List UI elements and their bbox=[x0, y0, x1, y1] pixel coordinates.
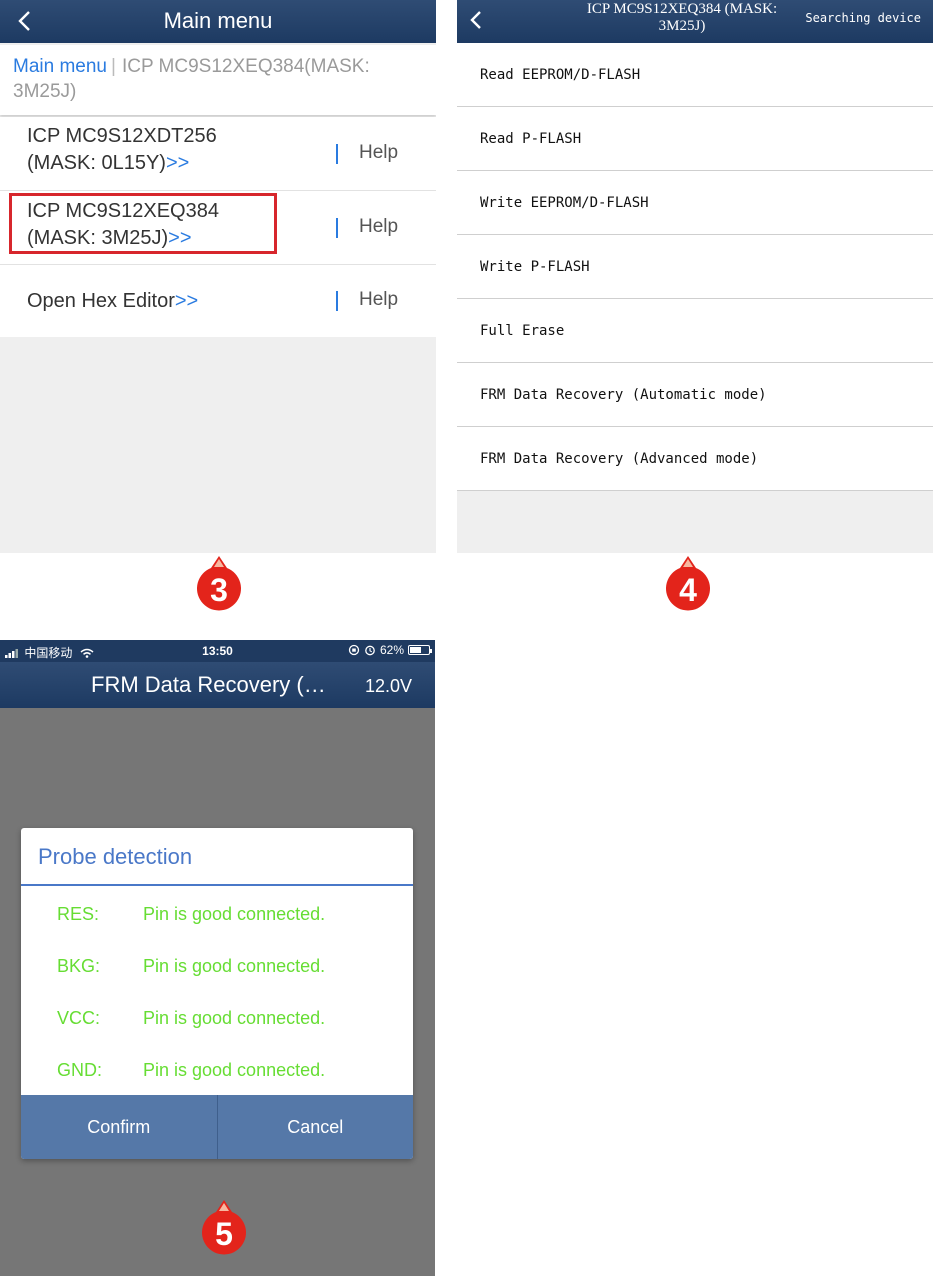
main-menu-screen: Main menu Main menu | ICP MC9S12XEQ384(MAS… bbox=[0, 0, 436, 553]
probe-detection-screen: 中国移动 13:50 62% FRM Data Recovery (… 12.0… bbox=[0, 640, 435, 1276]
battery-icon bbox=[408, 645, 432, 655]
pin-name: BKG: bbox=[57, 956, 101, 976]
menu-item-write-pflash[interactable]: Write P-FLASH bbox=[457, 235, 933, 299]
device-status: Searching device bbox=[805, 11, 921, 25]
orientation-lock-icon bbox=[348, 644, 360, 656]
breadcrumb: Main menu | ICP MC9S12XEQ384(MASK: 3M25J) bbox=[0, 45, 436, 115]
probe-row-vcc: VCC: Pin is good connected. bbox=[21, 992, 413, 1044]
menu-item-full-erase[interactable]: Full Erase bbox=[457, 299, 933, 363]
help-link[interactable]: Help bbox=[359, 142, 398, 164]
back-icon[interactable] bbox=[465, 8, 489, 32]
menu-item-label: ICP MC9S12XDT256 (MASK: 0L15Y)>> bbox=[27, 123, 217, 177]
probe-detection-dialog: Probe detection RES: Pin is good connect… bbox=[21, 828, 413, 1159]
page-title: ICP MC9S12XEQ384 (MASK: 3M25J) bbox=[586, 1, 778, 34]
dialog-buttons: Confirm Cancel bbox=[21, 1095, 413, 1159]
menu-item-title: Open Hex Editor bbox=[27, 290, 175, 312]
battery-percent: 62% bbox=[379, 643, 404, 657]
menu-item-frm-recovery-auto[interactable]: FRM Data Recovery (Automatic mode) bbox=[457, 363, 933, 427]
cancel-button[interactable]: Cancel bbox=[218, 1095, 414, 1159]
help-divider bbox=[336, 291, 338, 311]
pin-status: Pin is good connected. bbox=[143, 904, 326, 924]
function-menu-navbar: ICP MC9S12XEQ384 (MASK: 3M25J) Searching… bbox=[457, 0, 933, 43]
step-badge-3: 3 bbox=[197, 556, 241, 611]
menu-item-mask: (MASK: 0L15Y) bbox=[27, 152, 166, 174]
function-list: Read EEPROM/D-FLASH Read P-FLASH Write E… bbox=[457, 43, 933, 491]
probe-row-res: RES: Pin is good connected. bbox=[21, 888, 413, 940]
menu-item-title: ICP MC9S12XDT256 bbox=[27, 125, 217, 147]
breadcrumb-root-link[interactable]: Main menu bbox=[13, 56, 107, 77]
probe-row-gnd: GND: Pin is good connected. bbox=[21, 1044, 413, 1096]
pin-status: Pin is good connected. bbox=[143, 956, 326, 976]
menu-item-write-eeprom[interactable]: Write EEPROM/D-FLASH bbox=[457, 171, 933, 235]
help-divider bbox=[336, 143, 338, 164]
highlight-box bbox=[9, 193, 277, 254]
dialog-title: Probe detection bbox=[21, 828, 413, 886]
status-bar: 中国移动 13:50 62% bbox=[0, 640, 435, 662]
probe-results: RES: Pin is good connected. BKG: Pin is … bbox=[21, 886, 413, 1096]
page-title: Main menu bbox=[163, 8, 273, 33]
menu-item-arrow: >> bbox=[174, 290, 199, 312]
step-badge-4: 4 bbox=[666, 556, 710, 611]
help-link[interactable]: Help bbox=[359, 216, 398, 238]
step-badge-5: 5 bbox=[202, 1200, 246, 1255]
menu-item-mc9s12xdt256[interactable]: ICP MC9S12XDT256 (MASK: 0L15Y)>> Help bbox=[0, 117, 436, 191]
menu-item-read-eeprom[interactable]: Read EEPROM/D-FLASH bbox=[457, 43, 933, 107]
pin-status: Pin is good connected. bbox=[143, 1008, 326, 1028]
menu-item-arrow: >> bbox=[165, 152, 190, 174]
voltage-readout: 12.0V bbox=[364, 676, 412, 696]
menu-item-read-pflash[interactable]: Read P-FLASH bbox=[457, 107, 933, 171]
step-number: 5 bbox=[215, 1216, 233, 1252]
main-menu-navbar: Main menu bbox=[0, 0, 436, 43]
pin-status: Pin is good connected. bbox=[143, 1060, 326, 1080]
step-number: 4 bbox=[679, 572, 697, 608]
step-number: 3 bbox=[210, 572, 228, 608]
alarm-icon bbox=[365, 645, 375, 656]
pin-name: VCC: bbox=[57, 1008, 101, 1028]
menu-item-open-hex-editor[interactable]: Open Hex Editor>> Help bbox=[0, 265, 436, 337]
status-bar-right: 62% bbox=[348, 643, 432, 657]
page-title: FRM Data Recovery (… bbox=[91, 672, 326, 697]
pin-name: GND: bbox=[57, 1060, 102, 1080]
function-menu-screen: ICP MC9S12XEQ384 (MASK: 3M25J) Searching… bbox=[457, 0, 933, 553]
breadcrumb-separator: | bbox=[111, 56, 116, 77]
battery-fill bbox=[410, 647, 422, 653]
probe-navbar: FRM Data Recovery (… 12.0V bbox=[0, 662, 435, 708]
confirm-button[interactable]: Confirm bbox=[21, 1095, 218, 1159]
pin-name: RES: bbox=[57, 904, 100, 924]
help-link[interactable]: Help bbox=[359, 289, 398, 311]
menu-item-label: Open Hex Editor>> bbox=[27, 288, 198, 315]
help-divider bbox=[336, 217, 338, 238]
menu-item-frm-recovery-advanced[interactable]: FRM Data Recovery (Advanced mode) bbox=[457, 427, 933, 491]
probe-row-bkg: BKG: Pin is good connected. bbox=[21, 940, 413, 992]
